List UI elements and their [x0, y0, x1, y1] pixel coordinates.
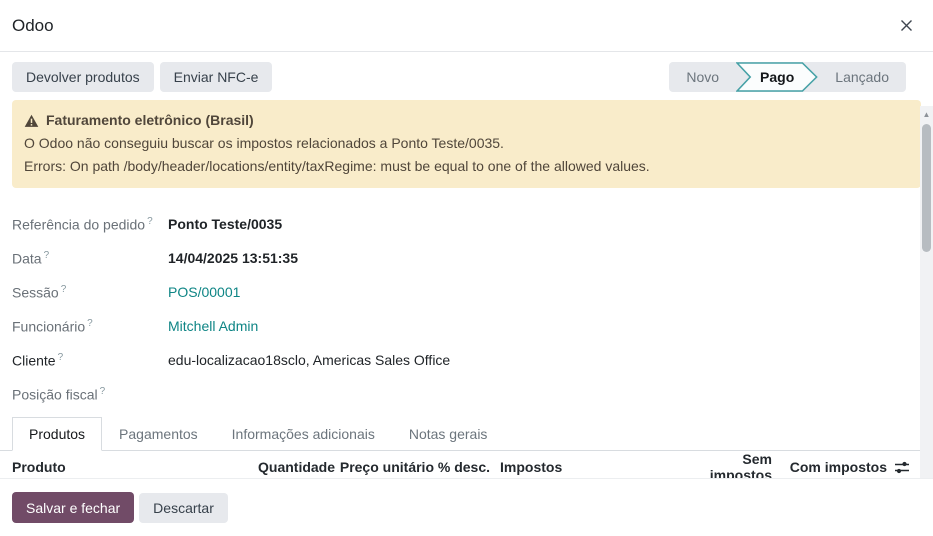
help-marker-icon[interactable]: ? — [147, 216, 153, 227]
help-marker-icon[interactable]: ? — [87, 318, 93, 329]
field-row-fiscal-position: Posição fiscal? — [12, 377, 921, 411]
field-label-fiscal-position: Posição fiscal — [12, 386, 98, 402]
close-button[interactable] — [896, 15, 917, 36]
warning-alert-title: Faturamento eletrônico (Brasil) — [24, 109, 909, 132]
field-label-customer: Cliente — [12, 352, 56, 368]
field-row-employee: Funcionário? Mitchell Admin — [12, 309, 921, 343]
column-header-com-impostos[interactable]: Com impostos — [772, 459, 887, 475]
employee-link[interactable]: Mitchell Admin — [168, 318, 258, 334]
field-label-order-reference: Referência do pedido — [12, 216, 145, 232]
help-marker-icon[interactable]: ? — [61, 284, 67, 295]
warning-alert: Faturamento eletrônico (Brasil) O Odoo n… — [12, 100, 921, 188]
field-value-date: 14/04/2025 13:51:35 — [168, 250, 298, 266]
scrollbar-up-arrow-icon[interactable]: ▲ — [920, 108, 933, 120]
notebook: Produtos Pagamentos Informações adiciona… — [0, 417, 933, 478]
products-table-header: Produto Quantidade Preço unitário % desc… — [0, 451, 933, 478]
field-row-customer: Cliente? edu-localizacao18sclo, Americas… — [12, 343, 921, 377]
field-value-order-reference: Ponto Teste/0035 — [168, 216, 282, 232]
statusbar: Novo Pago Lançado — [669, 62, 906, 92]
optional-columns-icon[interactable] — [893, 460, 911, 475]
tab-notas-gerais[interactable]: Notas gerais — [392, 417, 505, 451]
field-row-date: Data? 14/04/2025 13:51:35 — [12, 241, 921, 275]
vertical-scrollbar[interactable]: ▲ ▼ — [920, 106, 933, 478]
column-header-preco-unitario[interactable]: Preço unitário — [323, 459, 434, 475]
column-header-desc[interactable]: % desc. — [434, 459, 490, 475]
send-nfce-button[interactable]: Enviar NFC-e — [160, 62, 273, 92]
column-header-produto[interactable]: Produto — [12, 459, 258, 475]
tab-produtos[interactable]: Produtos — [12, 417, 102, 451]
warning-alert-line2: Errors: On path /body/header/locations/e… — [24, 155, 909, 178]
help-marker-icon[interactable]: ? — [58, 352, 64, 363]
help-marker-icon[interactable]: ? — [44, 250, 50, 261]
field-label-employee: Funcionário — [12, 318, 85, 334]
dialog-body: Devolver produtos Enviar NFC-e Novo Pago… — [0, 52, 933, 478]
dialog-title: Odoo — [12, 16, 54, 36]
status-step-novo[interactable]: Novo — [669, 62, 736, 92]
status-step-pago[interactable]: Pago — [736, 62, 818, 92]
tab-pagamentos[interactable]: Pagamentos — [102, 417, 215, 451]
help-marker-icon[interactable]: ? — [100, 386, 106, 397]
scrollbar-thumb[interactable] — [922, 124, 931, 252]
session-link[interactable]: POS/00001 — [168, 284, 240, 300]
warning-alert-line1: O Odoo não conseguiu buscar os impostos … — [24, 132, 909, 155]
status-step-lancado[interactable]: Lançado — [818, 62, 906, 92]
field-value-customer[interactable]: edu-localizacao18sclo, Americas Sales Of… — [168, 352, 450, 368]
field-group: Referência do pedido? Ponto Teste/0035 D… — [12, 207, 921, 411]
return-products-button[interactable]: Devolver produtos — [12, 62, 154, 92]
column-header-impostos[interactable]: Impostos — [490, 459, 680, 475]
field-label-date: Data — [12, 250, 42, 266]
close-icon — [898, 22, 915, 37]
warning-icon — [24, 114, 39, 128]
save-and-close-button[interactable]: Salvar e fechar — [12, 492, 134, 523]
discard-button[interactable]: Descartar — [139, 493, 228, 523]
field-label-session: Sessão — [12, 284, 59, 300]
tab-informacoes-adicionais[interactable]: Informações adicionais — [215, 417, 392, 451]
field-row-session: Sessão? POS/00001 — [12, 275, 921, 309]
tab-bar: Produtos Pagamentos Informações adiciona… — [0, 417, 933, 451]
dialog-header: Odoo — [0, 0, 933, 52]
column-header-quantidade[interactable]: Quantidade — [258, 459, 323, 475]
toolbar: Devolver produtos Enviar NFC-e Novo Pago… — [12, 62, 921, 92]
field-row-order-reference: Referência do pedido? Ponto Teste/0035 — [12, 207, 921, 241]
dialog-footer: Salvar e fechar Descartar — [0, 478, 933, 536]
column-header-sem-impostos[interactable]: Sem impostos — [680, 451, 772, 478]
